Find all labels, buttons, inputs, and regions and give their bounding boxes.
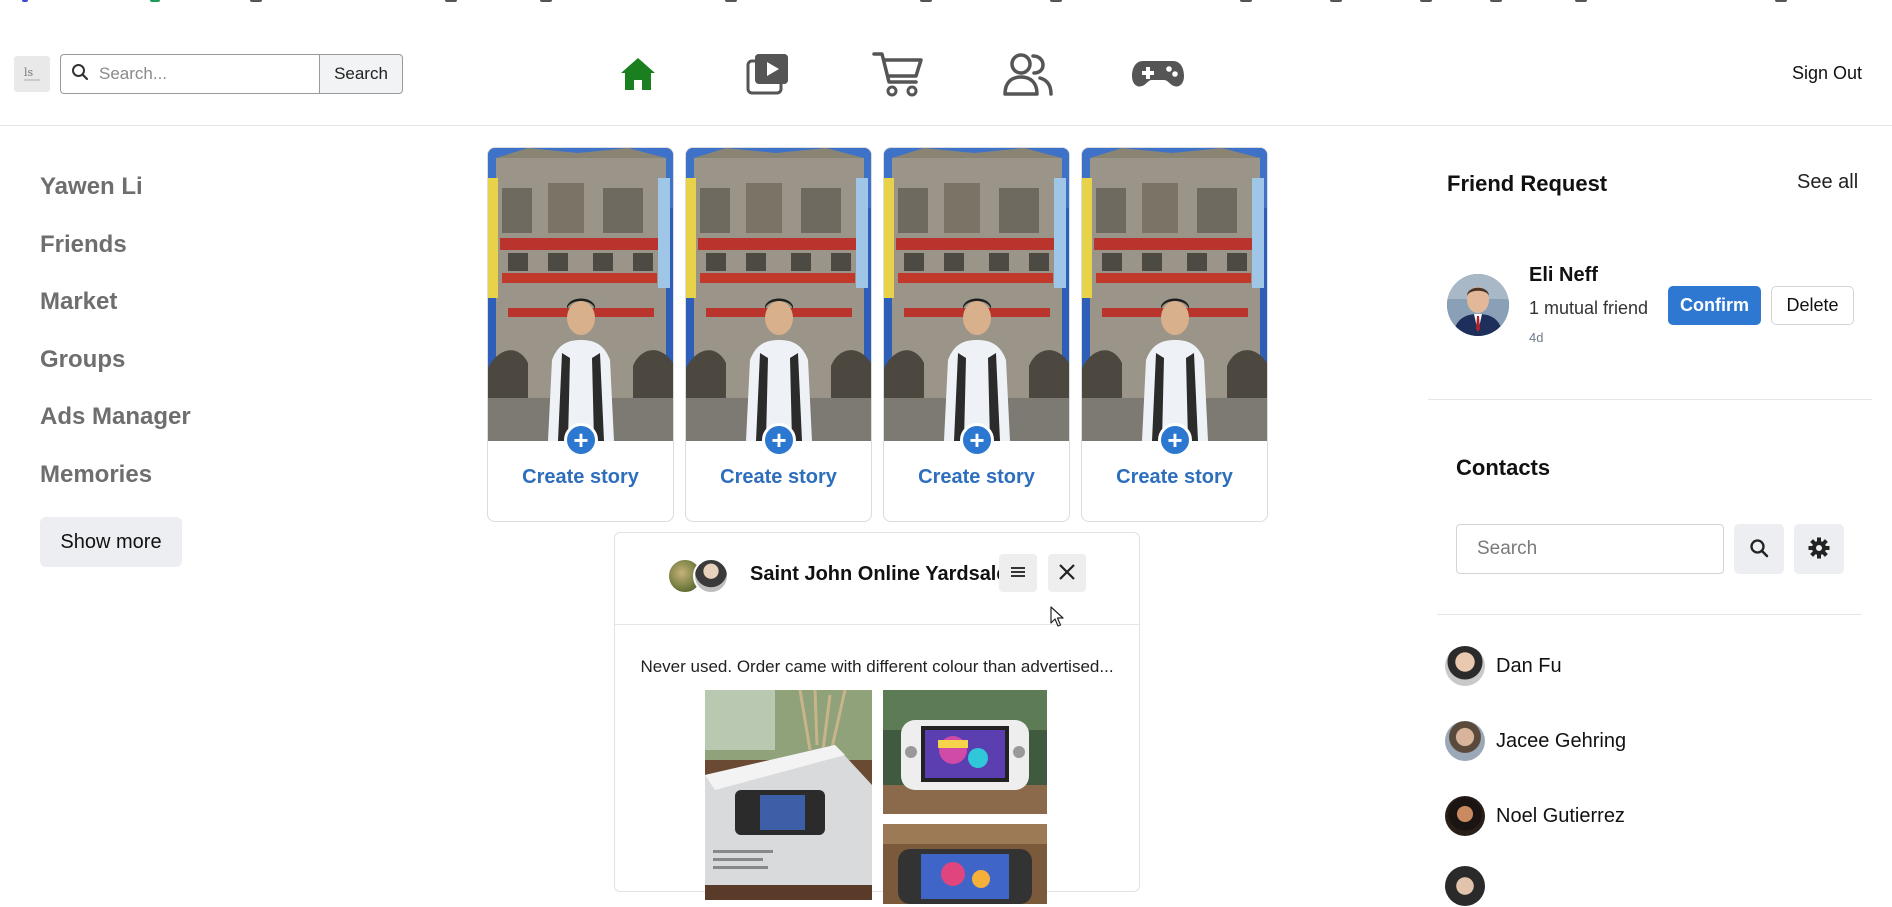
close-icon xyxy=(1057,562,1077,585)
story-photo xyxy=(488,148,673,441)
svg-text:ls: ls xyxy=(24,66,34,79)
delete-button[interactable]: Delete xyxy=(1771,286,1854,325)
search-field-wrapper xyxy=(60,54,319,94)
hamburger-icon xyxy=(1010,565,1026,582)
contact-item[interactable]: Jacee Gehring xyxy=(1445,720,1626,762)
avatar[interactable] xyxy=(1447,274,1509,336)
story-photo xyxy=(686,148,871,441)
post-photo[interactable] xyxy=(883,690,1047,814)
search-icon xyxy=(1749,538,1769,561)
avatar xyxy=(1445,646,1485,686)
contacts-search-button[interactable] xyxy=(1734,524,1784,574)
create-story-card[interactable]: + Create story xyxy=(1081,147,1268,522)
plus-icon[interactable]: + xyxy=(960,423,994,457)
request-time: 4d xyxy=(1529,330,1544,345)
sidebar-item-ads-manager[interactable]: Ads Manager xyxy=(40,400,191,458)
sidebar-item-groups[interactable]: Groups xyxy=(40,343,191,401)
friend-request-title: Friend Request xyxy=(1447,171,1608,196)
search-icon xyxy=(71,63,89,86)
gamepad-icon[interactable] xyxy=(1128,48,1188,100)
create-story-label: Create story xyxy=(720,466,837,488)
create-story-card[interactable]: + Create story xyxy=(685,147,872,522)
close-post-button[interactable] xyxy=(1048,554,1086,592)
left-sidebar: Yawen Li Friends Market Groups Ads Manag… xyxy=(40,170,191,515)
create-story-label: Create story xyxy=(1116,466,1233,488)
story-photo xyxy=(1082,148,1267,441)
divider xyxy=(1437,614,1862,615)
group-avatars[interactable] xyxy=(667,556,733,596)
contact-item[interactable]: Noel Gutierrez xyxy=(1445,795,1625,837)
avatar xyxy=(1445,866,1485,906)
stories-row: + Create story + Create story + Create s… xyxy=(487,147,1268,522)
site-logo[interactable]: ls xyxy=(14,56,50,92)
avatar xyxy=(693,558,729,594)
contact-name: Noel Gutierrez xyxy=(1496,804,1625,827)
see-all-link[interactable]: See all xyxy=(1797,171,1858,194)
cart-icon[interactable] xyxy=(868,48,928,100)
show-more-button[interactable]: Show more xyxy=(40,517,182,567)
group-post-card: Saint John Online Yardsale Never used. O… xyxy=(614,532,1140,904)
search-button[interactable]: Search xyxy=(319,54,403,94)
confirm-button[interactable]: Confirm xyxy=(1668,286,1761,325)
plus-icon[interactable]: + xyxy=(762,423,796,457)
contact-item[interactable] xyxy=(1445,865,1496,907)
search-input[interactable] xyxy=(99,64,299,84)
people-icon[interactable] xyxy=(998,48,1058,100)
post-menu-button[interactable] xyxy=(999,554,1037,592)
requester-name[interactable]: Eli Neff xyxy=(1529,264,1598,287)
mutual-friends: 1 mutual friend xyxy=(1529,298,1649,318)
video-icon[interactable] xyxy=(738,48,798,100)
create-story-label: Create story xyxy=(522,466,639,488)
sidebar-item-friends[interactable]: Friends xyxy=(40,228,191,286)
post-photo[interactable] xyxy=(883,824,1047,904)
post-text: Never used. Order came with different co… xyxy=(640,657,1114,676)
contact-name: Jacee Gehring xyxy=(1496,729,1627,752)
contacts-title: Contacts xyxy=(1456,455,1551,480)
mouse-cursor-icon xyxy=(1050,606,1064,633)
avatar xyxy=(1445,796,1485,836)
plus-icon[interactable]: + xyxy=(564,423,598,457)
divider xyxy=(1428,399,1872,400)
create-story-label: Create story xyxy=(918,466,1035,488)
top-navbar: ls Search Sign Out xyxy=(0,8,1892,126)
bookmarks-bar-remnant xyxy=(0,0,1892,8)
sidebar-item-memories[interactable]: Memories xyxy=(40,458,191,516)
sign-out-link[interactable]: Sign Out xyxy=(1792,63,1862,84)
home-icon[interactable] xyxy=(608,48,668,100)
post-photo[interactable] xyxy=(705,690,872,900)
plus-icon[interactable]: + xyxy=(1158,423,1192,457)
create-story-card[interactable]: + Create story xyxy=(883,147,1070,522)
story-photo xyxy=(884,148,1069,441)
contacts-search-input[interactable] xyxy=(1456,524,1724,574)
sidebar-item-profile[interactable]: Yawen Li xyxy=(40,170,191,228)
create-story-card[interactable]: + Create story xyxy=(487,147,674,522)
group-name[interactable]: Saint John Online Yardsale xyxy=(750,563,1008,586)
contacts-settings-button[interactable] xyxy=(1794,524,1844,574)
contact-item[interactable]: Dan Fu xyxy=(1445,645,1562,687)
sidebar-item-market[interactable]: Market xyxy=(40,285,191,343)
contact-name: Dan Fu xyxy=(1496,654,1562,677)
gear-icon xyxy=(1808,537,1830,562)
avatar xyxy=(1445,721,1485,761)
header-search: Search xyxy=(60,54,403,94)
